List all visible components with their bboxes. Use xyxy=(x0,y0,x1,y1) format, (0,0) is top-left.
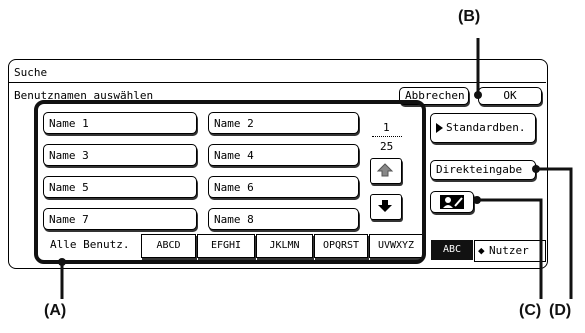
callout-b-dot xyxy=(474,91,482,99)
callout-c-line xyxy=(477,198,543,299)
callout-a-frame xyxy=(34,100,426,264)
callout-overlay xyxy=(34,38,573,299)
screen: (B) (A) (C) (D) Suche Benutznamen auswäh… xyxy=(0,0,585,333)
